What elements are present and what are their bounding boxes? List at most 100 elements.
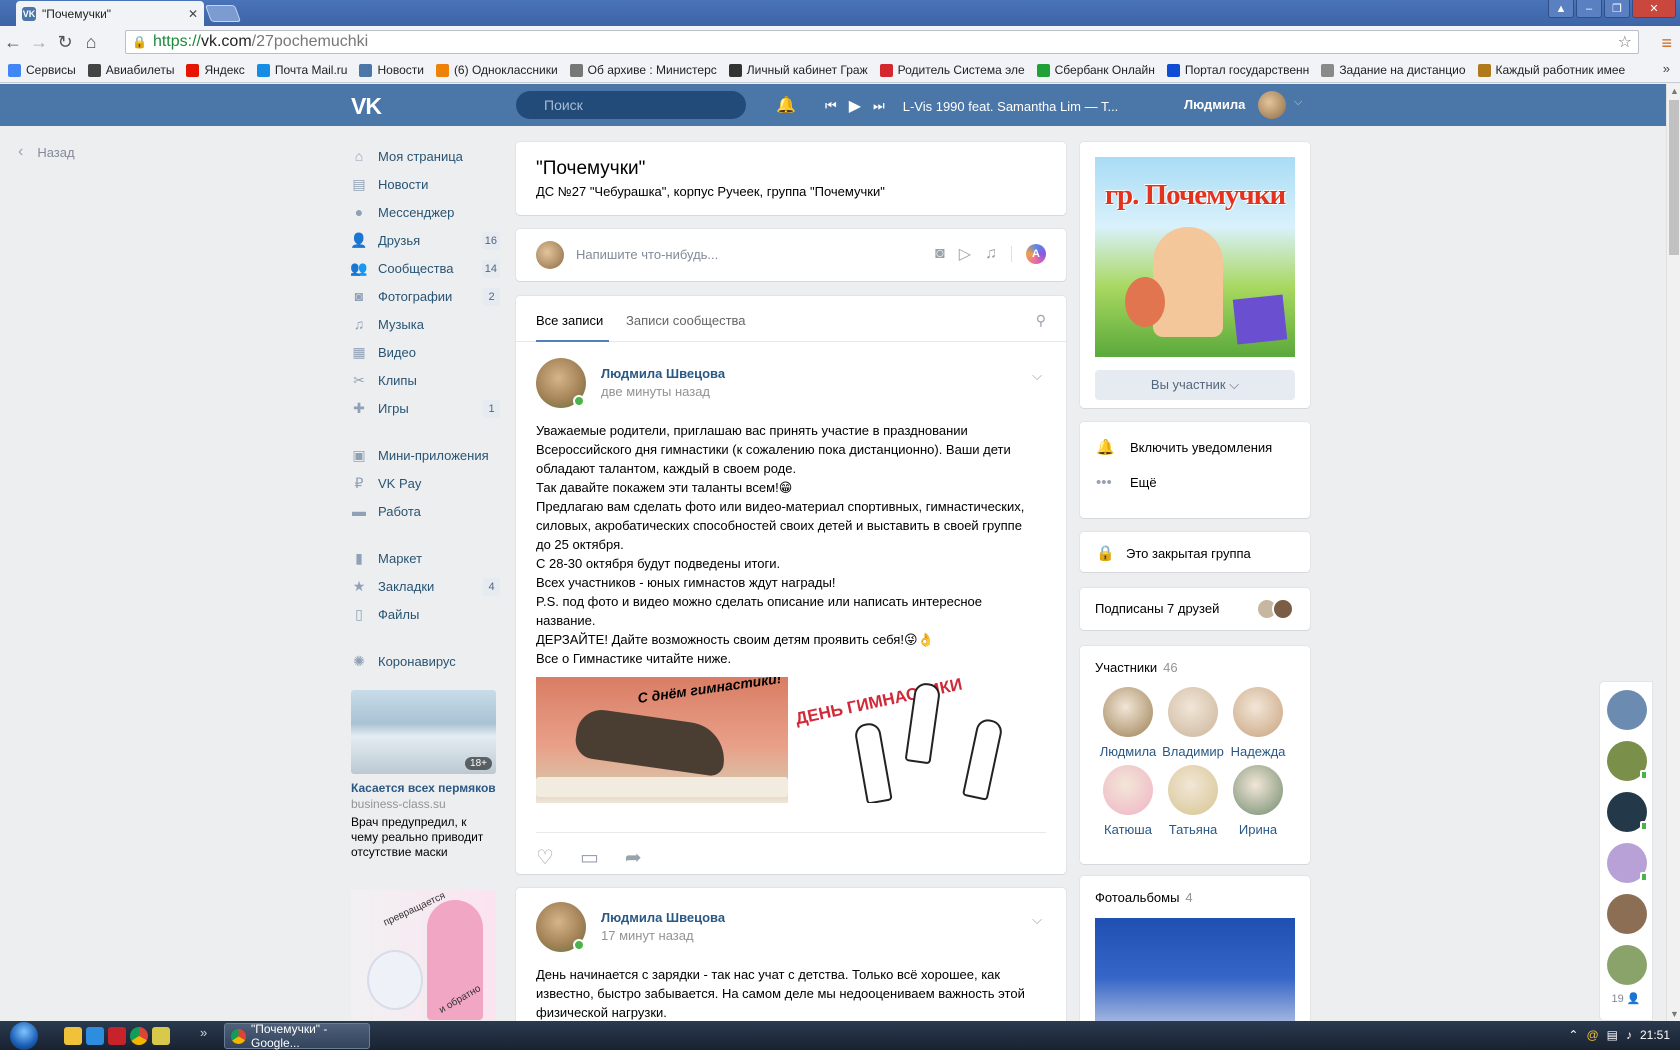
video-icon[interactable]: ▷ [959, 244, 971, 264]
ad-image[interactable]: превращается и обратно [351, 890, 496, 1020]
tab-all-posts[interactable]: Все записи [536, 313, 610, 342]
ad-image[interactable]: 18+ [351, 690, 496, 774]
ad-text[interactable]: Врач предупредил, к чему реально приводи… [351, 815, 496, 860]
bookmark-star-icon[interactable]: ☆ [1618, 32, 1632, 52]
header-user-name[interactable]: Людмила [1184, 97, 1245, 112]
sidebar-item[interactable]: 👥 Сообщества 14 [350, 254, 500, 282]
group-cover-image[interactable]: гр. Почемучки [1095, 157, 1295, 357]
member-item[interactable]: Надежда [1223, 687, 1293, 759]
sidebar-item[interactable]: ● Мессенджер [351, 198, 500, 226]
reload-icon[interactable]: ↻ [52, 32, 78, 53]
header-avatar[interactable] [1258, 91, 1286, 119]
bookmark-item[interactable]: (6) Одноклассники [435, 63, 558, 77]
chat-avatar[interactable] [1607, 945, 1647, 985]
member-item[interactable]: Владимир [1158, 687, 1228, 759]
post-author-name[interactable]: Людмила Швецова [601, 910, 725, 925]
vk-logo-icon[interactable]: VK [351, 93, 385, 119]
chat-avatar[interactable] [1607, 792, 1648, 832]
sidebar-item[interactable]: ★ Закладки 4 [351, 572, 500, 600]
ad-site[interactable]: business-class.su [351, 797, 496, 811]
next-track-icon[interactable]: ⏭ [873, 98, 885, 114]
bookmark-item[interactable]: Родитель Система эле [879, 63, 1025, 77]
bookmark-item[interactable]: Авиабилеты [87, 63, 174, 77]
ai-assistant-icon[interactable]: A [1026, 244, 1046, 264]
bookmark-item[interactable]: Задание на дистанцио [1321, 63, 1466, 77]
page-scrollbar[interactable]: ▲ ▼ [1666, 84, 1680, 1021]
sidebar-item[interactable]: ▦ Видео [351, 338, 500, 366]
post-author-avatar[interactable] [536, 902, 586, 952]
ie-icon[interactable] [86, 1027, 104, 1045]
albums-header[interactable]: Фотоальбомы 4 [1095, 890, 1193, 905]
sidebar-item[interactable]: ✚ Игры 1 [351, 394, 500, 422]
start-button[interactable] [10, 1022, 38, 1050]
post-author-name[interactable]: Людмила Швецова [601, 366, 725, 381]
opera-icon[interactable] [108, 1027, 126, 1045]
sidebar-item[interactable]: ▤ Новости [351, 170, 500, 198]
previous-track-icon[interactable]: ⏮ [825, 98, 837, 114]
user-icon[interactable]: ▲ [1548, 0, 1574, 18]
chrome-icon[interactable] [130, 1027, 148, 1045]
more-actions[interactable]: ••• Ещё [1096, 474, 1157, 491]
member-item[interactable]: Людмила [1093, 687, 1163, 759]
sidebar-item[interactable]: ⌂ Моя страница [351, 142, 500, 170]
post-photo-gymnastics-day[interactable]: ДЕНЬ ГИМНАСТИКИ [790, 677, 1046, 803]
member-item[interactable]: Катюша [1093, 765, 1163, 837]
bookmark-item[interactable]: Об архиве : Министерс [569, 63, 717, 77]
sidebar-item[interactable]: ✂ Клипы [351, 366, 500, 394]
taskbar-overflow-icon[interactable]: » [200, 1025, 207, 1040]
bookmark-item[interactable]: Почта Mail.ru [256, 63, 347, 77]
music-note-icon[interactable]: ♫ [985, 245, 997, 263]
chat-avatar[interactable] [1607, 741, 1648, 781]
sidebar-item[interactable]: ▬ Работа [351, 497, 500, 525]
membership-button[interactable]: Вы участник ⌵ [1095, 370, 1295, 400]
ad-title[interactable]: Касается всех пермяков [351, 781, 496, 795]
sidebar-item[interactable]: ₽ VK Pay [351, 469, 500, 497]
post-time[interactable]: две минуты назад [601, 384, 710, 399]
search-input[interactable]: Поиск [516, 91, 746, 119]
chat-avatar[interactable] [1607, 894, 1647, 934]
composer-input[interactable]: Напишите что-нибудь... [576, 247, 718, 262]
post-author-avatar[interactable] [536, 358, 586, 408]
address-bar[interactable]: 🔒 https:// vk.com /27pochemuchki ☆ [125, 30, 1639, 54]
ad-block-2[interactable]: превращается и обратно [351, 890, 496, 1020]
post-composer[interactable]: Напишите что-нибудь... ◙ ▷ ♫ A [516, 229, 1066, 281]
current-track[interactable]: L-Vis 1990 feat. Samantha Lim — T... [903, 99, 1119, 114]
camera-icon[interactable]: ◙ [935, 245, 945, 263]
scroll-down-icon[interactable]: ▼ [1670, 1009, 1679, 1019]
bookmark-item[interactable]: Сервисы [8, 63, 76, 77]
maximize-button[interactable]: ❐ [1604, 0, 1630, 18]
online-count[interactable]: 19 👤 [1600, 992, 1652, 1005]
members-header[interactable]: Участники 46 [1095, 660, 1178, 675]
subscribed-friends[interactable]: Подписаны 7 друзей [1080, 588, 1310, 630]
minimize-button[interactable]: – [1576, 0, 1602, 18]
new-tab-button[interactable] [204, 5, 242, 22]
chat-avatar[interactable] [1607, 843, 1648, 883]
post-menu-chevron-icon[interactable]: ⌵ [1032, 368, 1042, 384]
member-item[interactable]: Ирина [1223, 765, 1293, 837]
taskbar-chrome-window[interactable]: "Почемучки" - Google... [224, 1022, 370, 1050]
back-arrow-icon[interactable]: ← [0, 32, 26, 53]
bookmark-item[interactable]: Новости [359, 63, 424, 77]
bookmark-item[interactable]: Сбербанк Онлайн [1036, 63, 1155, 77]
clock[interactable]: 21:51 [1640, 1028, 1670, 1042]
tray-arrow-icon[interactable]: ⌃ [1568, 1028, 1578, 1042]
post-photo-gymnastics-cat[interactable]: С днём гимнастики! [536, 677, 788, 803]
sidebar-item[interactable]: ◙ Фотографии 2 [351, 282, 500, 310]
play-icon[interactable]: ▶ [849, 96, 861, 116]
enable-notifications[interactable]: 🔔 Включить уведомления [1096, 438, 1272, 456]
home-button-icon[interactable]: ⌂ [78, 32, 104, 53]
app-icon[interactable] [152, 1027, 170, 1045]
bookmark-item[interactable]: Каждый работник имее [1477, 63, 1625, 77]
bookmark-item[interactable]: Портал государственн [1166, 63, 1309, 77]
browser-tab[interactable]: VK "Почемучки" ✕ [16, 1, 204, 26]
language-flag-icon[interactable]: ▤ [1607, 1028, 1618, 1042]
explorer-icon[interactable] [64, 1027, 82, 1045]
tab-close-icon[interactable]: ✕ [188, 7, 198, 21]
bookmark-item[interactable]: Личный кабинет Граж [728, 63, 868, 77]
notifications-bell-icon[interactable]: 🔔 [776, 95, 796, 115]
bookmarks-overflow-icon[interactable]: » [1663, 61, 1670, 76]
chevron-down-icon[interactable]: ⌵ [1294, 96, 1302, 109]
sidebar-item[interactable]: ▣ Мини-приложения [351, 441, 500, 469]
tray-app-icon[interactable]: @ [1586, 1028, 1598, 1042]
sidebar-item[interactable]: 👤 Друзья 16 [350, 226, 500, 254]
